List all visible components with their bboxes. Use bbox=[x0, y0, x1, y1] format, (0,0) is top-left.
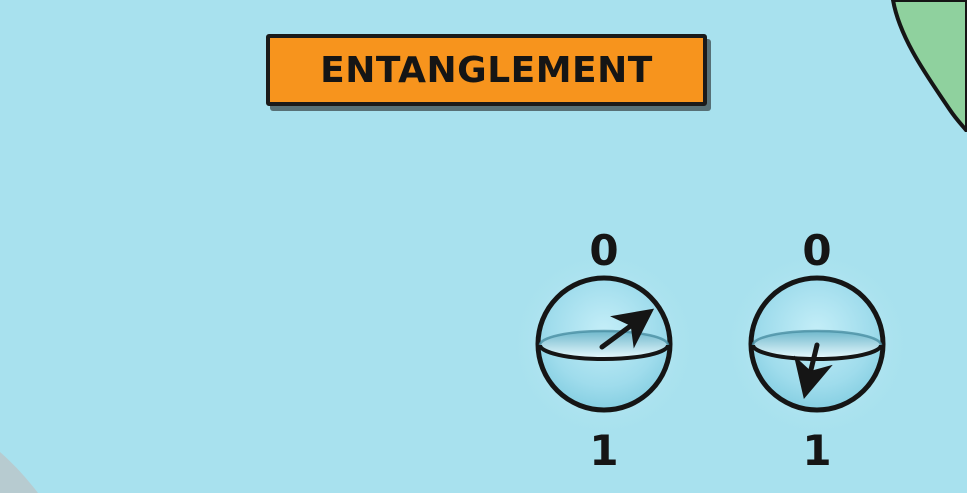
corner-blob-bottom-left bbox=[0, 452, 38, 493]
qubit-1-state-1-label: 1 bbox=[589, 426, 619, 475]
qubit-2-state-1-label: 1 bbox=[802, 426, 832, 475]
corner-blob-top-right bbox=[890, 0, 967, 133]
title-banner: ENTANGLEMENT bbox=[266, 34, 707, 106]
page-title: ENTANGLEMENT bbox=[320, 49, 653, 91]
qubit-sphere-2 bbox=[722, 249, 912, 439]
qubit-2-state-0-label: 0 bbox=[802, 226, 832, 275]
qubit-sphere-1 bbox=[509, 249, 699, 439]
entanglement-scene: ENTANGLEMENT 0 1 0 1 bbox=[0, 0, 967, 493]
qubit-1-state-0-label: 0 bbox=[589, 226, 619, 275]
